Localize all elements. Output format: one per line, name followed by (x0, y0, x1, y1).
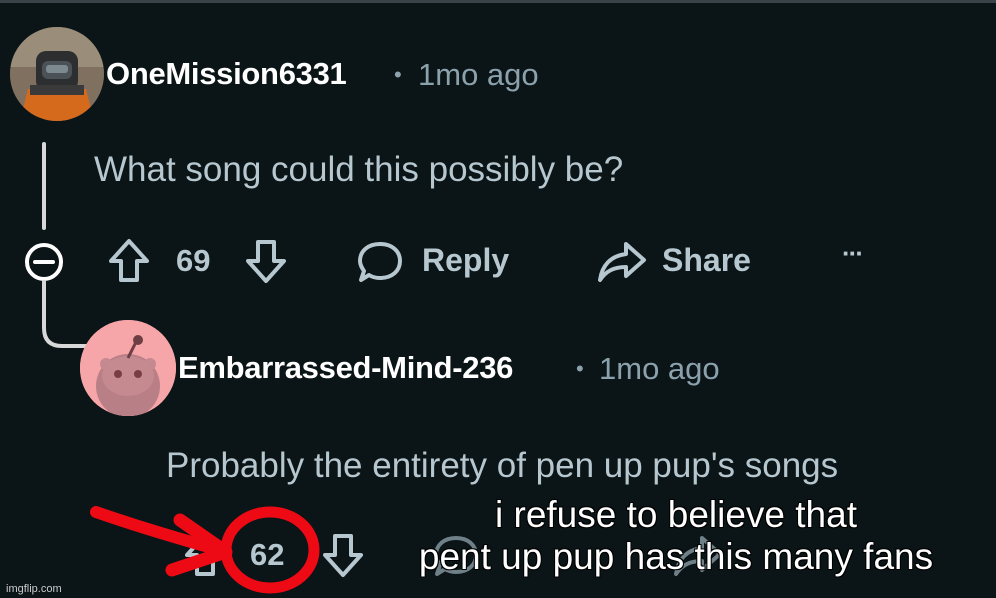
imgflip-watermark: imgflip.com (6, 583, 62, 595)
caption-line-2: pent up pup has this many fans (418, 536, 934, 577)
caption-line-1: i refuse to believe that (495, 494, 857, 535)
red-circle-icon (220, 506, 320, 594)
red-arrow-icon (90, 506, 233, 577)
meme-caption: i refuse to believe that pent up pup has… (376, 494, 976, 578)
